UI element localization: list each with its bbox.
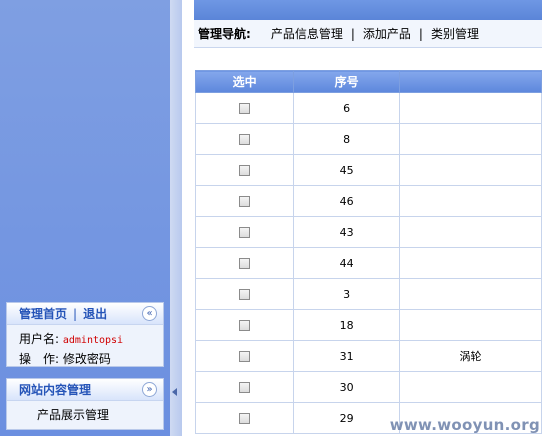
id-cell: 46 xyxy=(293,185,401,217)
row-checkbox[interactable] xyxy=(239,227,251,238)
id-cell: 31 xyxy=(293,340,401,372)
home-link[interactable]: 管理首页 xyxy=(19,305,67,322)
expand-icon[interactable]: » xyxy=(142,382,157,397)
row-checkbox[interactable] xyxy=(239,320,251,331)
operation-label: 操 作: xyxy=(19,352,60,366)
nav-title: 管理导航: xyxy=(198,27,251,41)
rest-cell xyxy=(399,247,542,279)
select-cell xyxy=(194,185,295,217)
select-cell xyxy=(194,216,295,248)
select-cell xyxy=(194,92,295,124)
header-select: 选中 xyxy=(194,70,295,93)
row-checkbox[interactable] xyxy=(239,289,251,300)
select-cell xyxy=(194,340,295,372)
row-checkbox[interactable] xyxy=(239,134,251,145)
id-cell: 8 xyxy=(293,123,401,155)
table-row: 43 xyxy=(194,216,542,248)
admin-panel-body: 用户名: admintopsi 操 作: 修改密码 xyxy=(7,325,163,373)
id-cell: 6 xyxy=(293,92,401,124)
select-cell xyxy=(194,278,295,310)
content-panel-title: 网站内容管理 xyxy=(19,383,92,397)
sidebar-item-products[interactable]: 产品展示管理 xyxy=(37,405,163,425)
operation-row: 操 作: 修改密码 xyxy=(19,349,163,369)
id-cell: 30 xyxy=(293,371,401,403)
table-row: 44 xyxy=(194,247,542,279)
content-panel-body: 产品展示管理 xyxy=(7,401,163,429)
nav-link-product-info[interactable]: 产品信息管理 xyxy=(271,25,343,42)
select-cell xyxy=(194,309,295,341)
left-sidebar: 管理首页 | 退出 « 用户名: admintopsi 操 作: 修改密码 网站… xyxy=(0,0,170,436)
id-cell: 45 xyxy=(293,154,401,186)
table-row: 6 xyxy=(194,92,542,124)
change-password-link[interactable]: 修改密码 xyxy=(63,352,111,366)
rest-cell xyxy=(399,185,542,217)
header-rest xyxy=(399,70,542,93)
row-checkbox[interactable] xyxy=(239,351,251,362)
table-row: 46 xyxy=(194,185,542,217)
content-panel: 网站内容管理 » 产品展示管理 xyxy=(6,378,164,430)
table-header-row: 选中 序号 xyxy=(194,70,542,93)
table-row: 8 xyxy=(194,123,542,155)
row-checkbox[interactable] xyxy=(239,196,251,207)
rest-cell: 涡轮 xyxy=(399,340,542,372)
nav-separator: | xyxy=(418,26,423,41)
product-table: 选中 序号 6 8 45 46 43 44 3 18 31 涡轮 30 29 xyxy=(194,70,542,434)
rest-cell xyxy=(399,309,542,341)
username-row: 用户名: admintopsi xyxy=(19,329,163,349)
rest-cell xyxy=(399,216,542,248)
header-separator: | xyxy=(73,306,78,321)
top-banner xyxy=(194,0,542,20)
select-cell xyxy=(194,402,295,434)
nav-link-add-product[interactable]: 添加产品 xyxy=(363,25,411,42)
select-cell xyxy=(194,123,295,155)
sidebar-splitter[interactable] xyxy=(170,0,182,436)
id-cell: 18 xyxy=(293,309,401,341)
id-cell: 43 xyxy=(293,216,401,248)
row-checkbox[interactable] xyxy=(239,258,251,269)
select-cell xyxy=(194,247,295,279)
table-row: 18 xyxy=(194,309,542,341)
header-id: 序号 xyxy=(293,70,401,93)
table-row: 31 涡轮 xyxy=(194,340,542,372)
logout-link[interactable]: 退出 xyxy=(83,305,107,322)
watermark: www.wooyun.org xyxy=(389,416,540,434)
row-checkbox[interactable] xyxy=(239,165,251,176)
rest-cell xyxy=(399,123,542,155)
admin-panel: 管理首页 | 退出 « 用户名: admintopsi 操 作: 修改密码 xyxy=(6,302,164,367)
username-value: admintopsi xyxy=(62,335,124,346)
main-content: 管理导航: 产品信息管理 | 添加产品 | 类别管理 选中 序号 6 8 45 … xyxy=(182,0,542,436)
select-cell xyxy=(194,154,295,186)
rest-cell xyxy=(399,371,542,403)
collapse-icon[interactable]: « xyxy=(142,306,157,321)
id-cell: 29 xyxy=(293,402,401,434)
nav-bar: 管理导航: 产品信息管理 | 添加产品 | 类别管理 xyxy=(194,20,542,48)
username-label: 用户名: xyxy=(19,332,60,346)
rest-cell xyxy=(399,92,542,124)
row-checkbox[interactable] xyxy=(239,413,251,424)
row-checkbox[interactable] xyxy=(239,382,251,393)
table-row: 45 xyxy=(194,154,542,186)
collapse-arrow-icon[interactable] xyxy=(172,388,177,396)
table-row: 3 xyxy=(194,278,542,310)
id-cell: 44 xyxy=(293,247,401,279)
rest-cell xyxy=(399,278,542,310)
select-cell xyxy=(194,371,295,403)
nav-link-category[interactable]: 类别管理 xyxy=(431,25,479,42)
content-panel-header[interactable]: 网站内容管理 » xyxy=(7,379,163,401)
table-row: 30 xyxy=(194,371,542,403)
row-checkbox[interactable] xyxy=(239,103,251,114)
admin-panel-header: 管理首页 | 退出 « xyxy=(7,303,163,325)
id-cell: 3 xyxy=(293,278,401,310)
rest-cell xyxy=(399,154,542,186)
nav-separator: | xyxy=(350,26,355,41)
